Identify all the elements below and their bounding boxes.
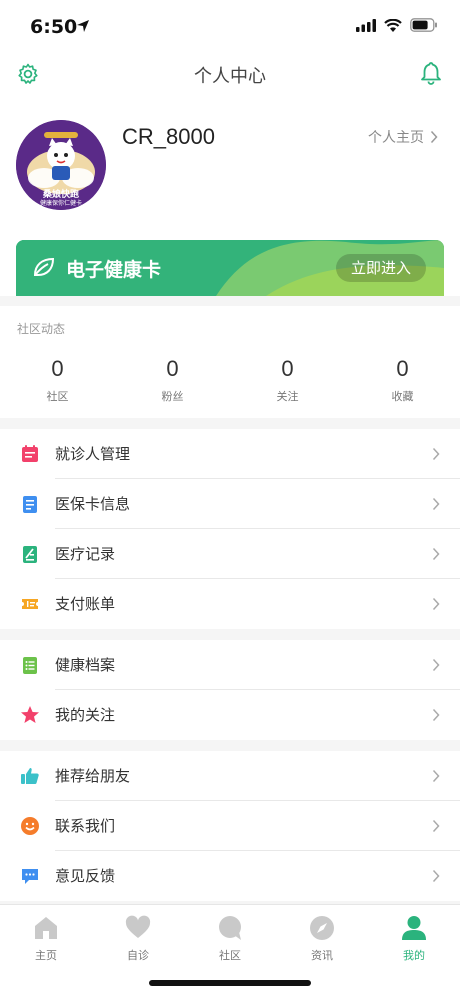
record-icon bbox=[23, 546, 37, 563]
status-icons bbox=[356, 18, 438, 32]
chevron-right-icon bbox=[432, 497, 440, 511]
enter-now-button[interactable]: 立即进入 bbox=[336, 254, 426, 282]
stat-fans[interactable]: 0 粉丝 bbox=[115, 356, 230, 404]
menu-item-recommend[interactable]: 推荐给朋友 bbox=[0, 751, 460, 801]
stat-value: 0 bbox=[166, 356, 179, 381]
person-icon bbox=[402, 916, 426, 940]
stat-favorites[interactable]: 0 收藏 bbox=[345, 356, 460, 404]
chevron-right-icon bbox=[432, 658, 440, 672]
chevron-right-icon bbox=[432, 447, 440, 461]
menu-item-insurance-card[interactable]: 医保卡信息 bbox=[0, 479, 460, 529]
thumbs-up-icon bbox=[21, 768, 39, 784]
menu-item-label: 联系我们 bbox=[55, 817, 116, 835]
leaf-icon bbox=[33, 257, 55, 276]
menu-item-label: 医保卡信息 bbox=[55, 495, 131, 513]
screen: 6:50 个人中心 桑娘快跑 健康保你仁健卡 CR_8000 个人主页 电子健康… bbox=[0, 0, 460, 996]
location-arrow-icon bbox=[77, 20, 89, 32]
menu-item-my-follows[interactable]: 我的关注 bbox=[0, 690, 460, 740]
community-title: 社区动态 bbox=[17, 322, 66, 336]
stat-value: 0 bbox=[396, 356, 409, 381]
heart-icon bbox=[125, 915, 151, 938]
star-icon bbox=[21, 706, 39, 723]
stat-value: 0 bbox=[51, 356, 64, 381]
tab-self-diagnosis[interactable]: 自诊 bbox=[92, 911, 184, 967]
menu-group-support: 推荐给朋友 联系我们 意见反馈 bbox=[0, 751, 460, 901]
chevron-right-icon bbox=[432, 819, 440, 833]
status-bar: 6:50 bbox=[0, 0, 460, 54]
tab-label: 我的 bbox=[403, 949, 425, 962]
menu-item-label: 就诊人管理 bbox=[55, 445, 131, 463]
stat-label: 粉丝 bbox=[161, 390, 184, 403]
menu-item-label: 医疗记录 bbox=[55, 545, 116, 563]
document-icon bbox=[23, 496, 37, 513]
tab-community[interactable]: 社区 bbox=[184, 911, 276, 967]
stat-value: 0 bbox=[281, 356, 294, 381]
stat-label: 社区 bbox=[46, 390, 69, 403]
nav-bar: 个人中心 bbox=[0, 54, 460, 94]
tab-home[interactable]: 主页 bbox=[0, 911, 92, 967]
stat-following[interactable]: 0 关注 bbox=[230, 356, 345, 404]
profile-section: 桑娘快跑 健康保你仁健卡 CR_8000 个人主页 电子健康卡 立即进入 bbox=[0, 94, 460, 296]
menu-item-patient-management[interactable]: 就诊人管理 bbox=[0, 429, 460, 479]
username: CR_8000 bbox=[122, 124, 215, 149]
stat-label: 关注 bbox=[276, 390, 299, 403]
chevron-right-icon bbox=[432, 708, 440, 722]
tab-label: 资讯 bbox=[311, 949, 333, 962]
chevron-right-icon bbox=[432, 769, 440, 783]
tab-label: 自诊 bbox=[127, 949, 149, 962]
signal-icon bbox=[356, 18, 376, 32]
menu-group-records: 就诊人管理 医保卡信息 医疗记录 支付账单 bbox=[0, 429, 460, 629]
ticket-icon bbox=[22, 599, 38, 609]
tab-mine[interactable]: 我的 bbox=[368, 911, 460, 967]
menu-item-label: 支付账单 bbox=[55, 595, 116, 613]
stat-label: 收藏 bbox=[391, 390, 414, 403]
menu-item-medical-records[interactable]: 医疗记录 bbox=[0, 529, 460, 579]
avatar-caption-bottom: 健康保你仁健卡 bbox=[39, 200, 82, 207]
battery-icon bbox=[410, 18, 437, 32]
tab-label: 主页 bbox=[35, 949, 57, 962]
smile-icon bbox=[21, 817, 39, 835]
chevron-right-icon bbox=[432, 869, 440, 883]
tab-label: 社区 bbox=[219, 949, 241, 962]
chevron-right-icon bbox=[430, 130, 438, 144]
menu-item-contact-us[interactable]: 联系我们 bbox=[0, 801, 460, 851]
home-icon bbox=[35, 917, 57, 939]
avatar[interactable]: 桑娘快跑 健康保你仁健卡 bbox=[16, 120, 106, 210]
notification-bell-icon[interactable] bbox=[420, 61, 442, 85]
stat-community[interactable]: 0 社区 bbox=[0, 356, 115, 404]
home-indicator[interactable] bbox=[149, 980, 311, 986]
menu-item-health-archive[interactable]: 健康档案 bbox=[0, 640, 460, 690]
status-time: 6:50 bbox=[30, 16, 78, 38]
menu-item-label: 我的关注 bbox=[55, 706, 116, 724]
chat-icon bbox=[22, 869, 38, 884]
menu-item-payment-bills[interactable]: 支付账单 bbox=[0, 579, 460, 629]
menu-item-label: 推荐给朋友 bbox=[55, 767, 131, 785]
calendar-icon bbox=[22, 445, 38, 462]
chevron-right-icon bbox=[432, 597, 440, 611]
health-card-title: 电子健康卡 bbox=[66, 259, 162, 281]
personal-homepage-link[interactable]: 个人主页 bbox=[368, 127, 438, 147]
list-icon bbox=[23, 657, 37, 674]
bubble-icon bbox=[219, 916, 241, 940]
tab-news[interactable]: 资讯 bbox=[276, 911, 368, 967]
menu-item-label: 意见反馈 bbox=[55, 867, 116, 885]
menu-item-feedback[interactable]: 意见反馈 bbox=[0, 851, 460, 901]
community-stats: 社区动态 0 社区 0 粉丝 0 关注 0 收藏 bbox=[0, 306, 460, 418]
wifi-icon bbox=[384, 18, 402, 32]
page-title: 个人中心 bbox=[194, 66, 266, 87]
menu-group-health: 健康档案 我的关注 bbox=[0, 640, 460, 740]
compass-icon bbox=[310, 916, 334, 940]
menu-item-label: 健康档案 bbox=[55, 656, 116, 674]
chevron-right-icon bbox=[432, 547, 440, 561]
personal-homepage-label: 个人主页 bbox=[368, 130, 424, 146]
health-card-banner[interactable]: 电子健康卡 立即进入 bbox=[16, 240, 444, 296]
